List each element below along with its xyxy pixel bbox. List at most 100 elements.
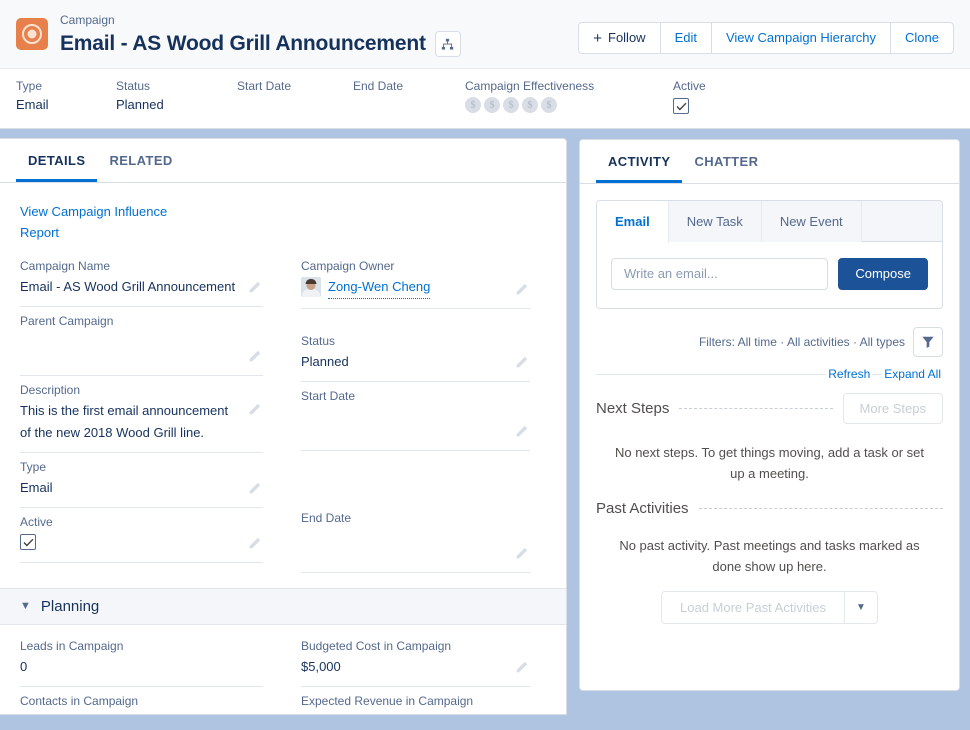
divider	[679, 408, 832, 409]
planning-section-header[interactable]: ▼ Planning	[0, 588, 566, 625]
edit-pencil-icon[interactable]	[248, 537, 261, 550]
hierarchy-icon	[441, 38, 454, 51]
tab-chatter[interactable]: Chatter	[682, 140, 770, 183]
highlight-status-label: Status	[116, 77, 219, 95]
activity-content: Email New Task New Event Compose Filters…	[580, 184, 959, 640]
subtab-new-task[interactable]: New Task	[669, 201, 762, 242]
field-campaign-name[interactable]: Campaign Name Email - AS Wood Grill Anno…	[20, 257, 263, 307]
load-more-split-button: Load More Past Activities ▼	[661, 591, 878, 624]
refresh-link[interactable]: Refresh	[826, 367, 872, 381]
field-active[interactable]: Active	[20, 513, 263, 563]
edit-pencil-icon[interactable]	[515, 661, 528, 674]
page-title: Email - AS Wood Grill Announcement	[60, 30, 426, 58]
field-label: Active	[20, 513, 263, 532]
follow-button-label: Follow	[608, 30, 646, 46]
field-value: $5,000	[301, 656, 530, 678]
field-end-date[interactable]: End Date	[301, 509, 530, 573]
edit-pencil-icon[interactable]	[248, 281, 261, 294]
field-parent-campaign[interactable]: Parent Campaign	[20, 312, 263, 376]
highlight-start-date-value	[237, 95, 335, 115]
edit-button[interactable]: Edit	[660, 22, 712, 54]
planning-fields-right: Budgeted Cost in Campaign $5,000 Expecte…	[285, 637, 550, 715]
field-label: Leads in Campaign	[20, 637, 263, 656]
effectiveness-rating[interactable]: $ $ $ $ $	[465, 97, 655, 113]
tab-activity[interactable]: Activity	[596, 140, 682, 183]
rating-coin-icon[interactable]: $	[484, 97, 500, 113]
field-expected-revenue[interactable]: Expected Revenue in Campaign $25,000	[301, 692, 530, 715]
highlight-start-date-label: Start Date	[237, 77, 335, 95]
field-value: Email	[20, 477, 263, 499]
field-contacts-in-campaign: Contacts in Campaign 0	[20, 692, 263, 715]
edit-pencil-icon[interactable]	[515, 425, 528, 438]
tab-related[interactable]: Related	[97, 139, 184, 182]
edit-pencil-icon[interactable]	[248, 350, 261, 363]
subtab-new-event[interactable]: New Event	[762, 201, 862, 242]
email-input[interactable]	[611, 258, 828, 290]
highlight-end-date: End Date	[353, 77, 465, 116]
field-label: Start Date	[301, 387, 530, 406]
rating-coin-icon[interactable]: $	[503, 97, 519, 113]
check-icon	[676, 102, 687, 111]
field-campaign-owner[interactable]: Campaign Owner Zong-Wen Cheng	[301, 257, 530, 309]
field-budgeted-cost[interactable]: Budgeted Cost in Campaign $5,000	[301, 637, 530, 687]
object-type-label: Campaign	[60, 12, 578, 28]
field-label: Budgeted Cost in Campaign	[301, 637, 530, 656]
edit-pencil-icon[interactable]	[248, 482, 261, 495]
activity-filters: Filters: All time · All activities · All…	[596, 327, 943, 357]
rating-coin-icon[interactable]: $	[465, 97, 481, 113]
compose-button[interactable]: Compose	[838, 258, 928, 290]
field-label: Status	[301, 332, 530, 351]
highlight-effectiveness-label: Campaign Effectiveness	[465, 77, 655, 95]
filter-button[interactable]	[913, 327, 943, 357]
load-more-caret-button[interactable]: ▼	[844, 591, 878, 624]
edit-pencil-icon[interactable]	[515, 283, 528, 296]
highlight-type-label: Type	[16, 77, 98, 95]
more-steps-button[interactable]: More Steps	[843, 393, 943, 424]
details-fields-left: Campaign Name Email - AS Wood Grill Anno…	[20, 257, 285, 578]
edit-pencil-icon[interactable]	[248, 403, 261, 416]
follow-button[interactable]: + Follow	[578, 22, 660, 54]
active-field-checkbox[interactable]	[20, 534, 36, 550]
tab-details[interactable]: Details	[16, 139, 97, 182]
highlight-status-value: Planned	[116, 95, 219, 115]
field-start-date[interactable]: Start Date	[301, 387, 530, 451]
field-description[interactable]: Description This is the first email anno…	[20, 381, 263, 453]
load-more-past-activities-button[interactable]: Load More Past Activities	[661, 591, 844, 624]
edit-pencil-icon[interactable]	[515, 356, 528, 369]
field-label: Contacts in Campaign	[20, 692, 263, 711]
view-campaign-influence-report-link[interactable]: View Campaign Influence Report	[20, 201, 170, 243]
composer-tablist-filler	[862, 201, 942, 242]
filters-text: Filters: All time · All activities · All…	[699, 335, 905, 349]
field-value	[301, 528, 530, 550]
highlights-row: Type Email Status Planned Start Date End…	[0, 68, 970, 128]
highlight-start-date: Start Date	[237, 77, 353, 116]
details-fields-right: Campaign Owner Zong-Wen Cheng Status	[285, 257, 550, 578]
check-icon	[23, 538, 34, 547]
field-value: Zong-Wen Cheng	[301, 276, 530, 299]
highlight-status: Status Planned	[116, 77, 237, 116]
activity-tablist: Activity Chatter	[580, 140, 959, 184]
field-type[interactable]: Type Email	[20, 458, 263, 508]
field-label: Type	[20, 458, 263, 477]
edit-pencil-icon[interactable]	[515, 547, 528, 560]
campaign-owner-link[interactable]: Zong-Wen Cheng	[328, 276, 430, 299]
next-steps-empty-text: No next steps. To get things moving, add…	[596, 424, 943, 490]
activity-composer: Email New Task New Event Compose	[596, 200, 943, 309]
expand-all-link[interactable]: Expand All	[882, 367, 943, 381]
campaign-target-icon	[16, 18, 48, 50]
avatar	[301, 277, 321, 297]
rating-coin-icon[interactable]: $	[522, 97, 538, 113]
subtab-email[interactable]: Email	[597, 201, 669, 243]
clone-button[interactable]: Clone	[890, 22, 954, 54]
active-checkbox[interactable]	[673, 98, 689, 114]
field-label: Campaign Owner	[301, 257, 530, 276]
planning-field-grid: Leads in Campaign 0 Contacts in Campaign…	[20, 637, 550, 715]
hierarchy-button[interactable]	[435, 31, 461, 57]
details-content: View Campaign Influence Report Campaign …	[0, 183, 566, 715]
field-status[interactable]: Status Planned	[301, 332, 530, 382]
field-label: Description	[20, 381, 263, 400]
composer-tablist: Email New Task New Event	[597, 201, 942, 242]
chevron-down-icon: ▼	[20, 600, 31, 612]
rating-coin-icon[interactable]: $	[541, 97, 557, 113]
view-campaign-hierarchy-button[interactable]: View Campaign Hierarchy	[711, 22, 891, 54]
